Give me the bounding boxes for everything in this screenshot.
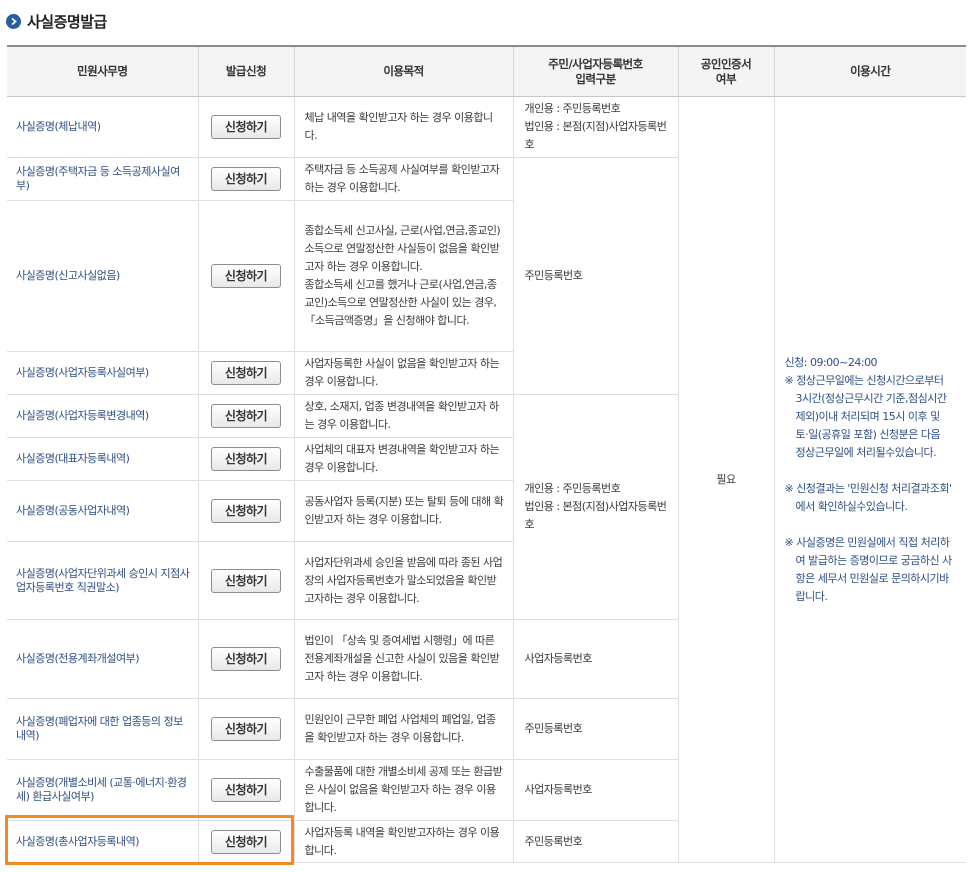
apply-button[interactable]: 신청하기 [211, 264, 281, 288]
id-type-text: 개인용 : 주민등록번호 법인용 : 본점(지점)사업자등록번호 [512, 96, 678, 158]
certificate-table: 민원사무명 발급신청 이용목적 주민/사업자등록번호 입력구분 공인인증서 여부… [7, 45, 966, 863]
apply-button[interactable]: 신청하기 [211, 647, 281, 671]
apply-button[interactable]: 신청하기 [211, 499, 281, 523]
purpose-text: 체납 내역을 확인받고자 하는 경우 이용합니다. [293, 96, 513, 158]
service-name[interactable]: 사실증명(개별소비세 (교통·에너지·환경세) 환급사실여부) [7, 759, 198, 821]
apply-button[interactable]: 신청하기 [211, 717, 281, 741]
apply-hours: 신청: 09:00~24:00 [784, 355, 878, 369]
id-type-text: 주민등록번호 [512, 820, 678, 863]
purpose-text: 사업체의 대표자 변경내역을 확인받고자 하는 경우 이용합니다. [293, 437, 513, 481]
service-name[interactable]: 사실증명(주택자금 등 소득공제사실여부) [7, 157, 198, 201]
purpose-text: 법인이 「상속 및 증여세법 시행령」에 따른 전용계좌개설을 신고한 사실이 … [293, 619, 513, 699]
hours-note-processing: ※ 정상근무일에는 신청시간으로부터 3시간(정상근무시간 기준,점심시간 제외… [784, 373, 947, 459]
service-name[interactable]: 사실증명(전용계좌개설여부) [7, 619, 198, 699]
purpose-text: 수출물품에 대한 개별소비세 공제 또는 환급받은 사실이 없음을 확인받고자 … [293, 759, 513, 821]
table-row: 사실증명(체납내역) 신청하기 체납 내역을 확인받고자 하는 경우 이용합니다… [7, 96, 966, 863]
purpose-text: 사업자등록한 사실이 없음을 확인받고자 하는 경우 이용합니다. [293, 351, 513, 395]
page-title: 사실증명발급 [27, 12, 107, 31]
service-name[interactable]: 사실증명(공동사업자내역) [7, 480, 198, 542]
column-header-purpose: 이용목적 [293, 46, 513, 97]
apply-button[interactable]: 신청하기 [211, 447, 281, 471]
purpose-text: 공동사업자 등록(지분) 또는 탈퇴 등에 대해 확인받고자 하는 경우 이용합… [293, 480, 513, 542]
id-type-text: 주민등록번호 [512, 698, 678, 760]
id-type-text: 사업자등록번호 [512, 619, 678, 699]
apply-button[interactable]: 신청하기 [211, 778, 281, 802]
circle-arrow-right-icon [6, 13, 21, 29]
apply-button[interactable]: 신청하기 [211, 167, 281, 191]
apply-button[interactable]: 신청하기 [211, 568, 281, 593]
hours-note-result: ※ 신청결과는 '민원신청 처리결과조회' 에서 확인하실수있습니다. [784, 481, 953, 513]
purpose-text: 사업자등록 내역을 확인받고자하는 경우 이용합니다. [293, 820, 513, 863]
cert-required-text: 필요 [677, 96, 774, 863]
id-type-text: 사업자등록번호 [512, 759, 678, 821]
service-name[interactable]: 사실증명(총사업자등록내역) [7, 820, 198, 863]
column-header-cert: 공인인증서 여부 [677, 46, 774, 97]
service-name[interactable]: 사실증명(대표자등록내역) [7, 437, 198, 481]
id-type-text: 개인용 : 주민등록번호 법인용 : 본점(지점)사업자등록번호 [512, 394, 678, 620]
service-name[interactable]: 사실증명(사업자등록사실여부) [7, 351, 198, 395]
service-name[interactable]: 사실증명(폐업자에 대한 업종등의 정보내역) [7, 698, 198, 760]
table-header-row: 민원사무명 발급신청 이용목적 주민/사업자등록번호 입력구분 공인인증서 여부… [7, 46, 966, 97]
id-type-text: 주민등록번호 [512, 157, 678, 395]
apply-button[interactable]: 신청하기 [211, 115, 281, 139]
purpose-text: 주택자금 등 소득공제 사실여부를 확인받고자 하는 경우 이용합니다. [293, 157, 513, 201]
apply-button[interactable]: 신청하기 [211, 829, 281, 854]
service-name[interactable]: 사실증명(사업자등록변경내역) [7, 394, 198, 438]
service-name[interactable]: 사실증명(사업자단위과세 승인시 지점사업자등록번호 직권말소) [7, 541, 198, 620]
hours-info: 신청: 09:00~24:00 ※ 정상근무일에는 신청시간으로부터 3시간(정… [773, 96, 966, 863]
apply-button[interactable]: 신청하기 [211, 361, 281, 385]
column-header-apply: 발급신청 [197, 46, 294, 97]
purpose-text: 사업자단위과세 승인을 받음에 따라 종된 사업장의 사업자등록번호가 말소되었… [293, 541, 513, 620]
column-header-name: 민원사무명 [7, 46, 198, 97]
service-name[interactable]: 사실증명(신고사실없음) [7, 200, 198, 352]
hours-note-inquiry: ※ 사실증명은 민원실에서 직접 처리하여 발급하는 증명이므로 궁금하신 사항… [784, 535, 953, 603]
service-name[interactable]: 사실증명(체납내역) [7, 96, 198, 158]
column-header-id-type: 주민/사업자등록번호 입력구분 [512, 46, 678, 97]
column-header-hours: 이용시간 [773, 46, 966, 97]
purpose-text: 종합소득세 신고사실, 근로(사업,연금,종교인)소득으로 연말정산한 사실등이… [293, 200, 513, 352]
section-heading: 사실증명발급 [6, 11, 107, 31]
purpose-text: 상호, 소재지, 업종 변경내역을 확인받고자 하는 경우 이용합니다. [293, 394, 513, 438]
purpose-text: 민원인이 근무한 폐업 사업체의 폐업일, 업종을 확인받고자 하는 경우 이용… [293, 698, 513, 760]
apply-button[interactable]: 신청하기 [211, 404, 281, 428]
